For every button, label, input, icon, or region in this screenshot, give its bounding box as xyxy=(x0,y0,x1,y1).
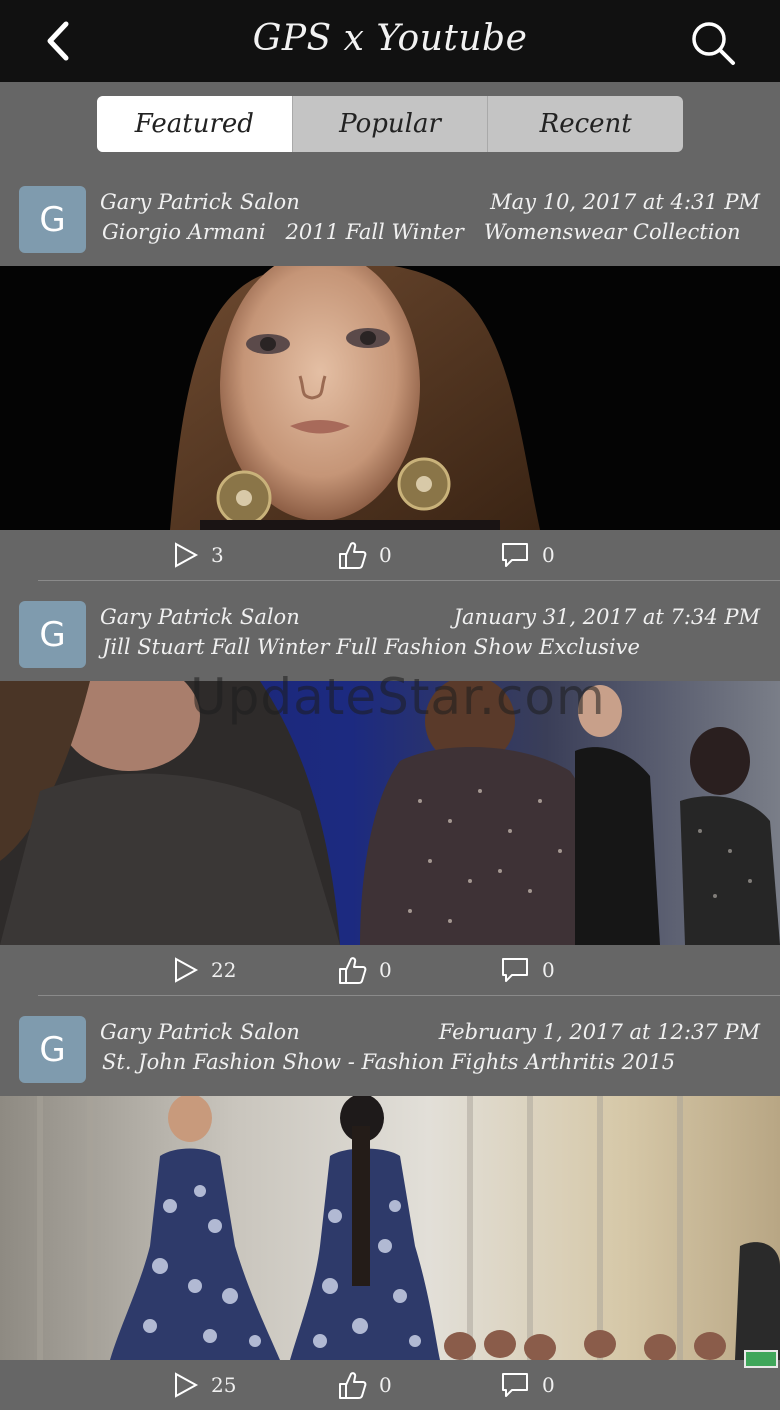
views-stat[interactable]: 3 xyxy=(173,538,224,572)
search-icon[interactable] xyxy=(688,18,738,68)
play-icon xyxy=(175,542,199,568)
post-title[interactable]: St. John Fashion Show - Fashion Fights A… xyxy=(102,1050,675,1074)
play-icon xyxy=(175,1372,199,1398)
post-stats: 3 0 0 xyxy=(0,530,780,580)
status-badge xyxy=(744,1350,778,1368)
watermark: UpdateStar.com xyxy=(190,668,606,726)
post-date: May 10, 2017 at 4:31 PM xyxy=(490,190,760,214)
tab-recent[interactable]: Recent xyxy=(487,96,683,152)
comments-stat[interactable]: 0 xyxy=(500,953,555,987)
comment-icon xyxy=(502,1373,528,1397)
post-author: Gary Patrick Salon xyxy=(100,605,300,629)
likes-count: 0 xyxy=(379,1373,392,1397)
top-bar: GPS x Youtube xyxy=(0,0,780,82)
post-title[interactable]: Jill Stuart Fall Winter Full Fashion Sho… xyxy=(102,635,640,659)
comments-stat[interactable]: 0 xyxy=(500,538,555,572)
divider xyxy=(38,580,780,581)
avatar[interactable]: G xyxy=(19,186,86,253)
comments-count: 0 xyxy=(542,958,555,982)
likes-stat[interactable]: 0 xyxy=(337,1368,392,1402)
views-stat[interactable]: 25 xyxy=(173,1368,236,1402)
views-stat[interactable]: 22 xyxy=(173,953,236,987)
post-stats: 22 0 0 xyxy=(0,945,780,995)
segmented-tabs: Featured Popular Recent xyxy=(97,96,683,152)
thumbs-up-icon xyxy=(339,1372,367,1399)
thumbs-up-icon xyxy=(339,957,367,984)
likes-count: 0 xyxy=(379,543,392,567)
post-author: Gary Patrick Salon xyxy=(100,190,300,214)
post-date: February 1, 2017 at 12:37 PM xyxy=(438,1020,760,1044)
play-icon xyxy=(175,957,199,983)
comment-icon xyxy=(502,958,528,982)
comments-stat[interactable]: 0 xyxy=(500,1368,555,1402)
views-count: 3 xyxy=(211,543,224,567)
post-title[interactable]: Giorgio Armani 2011 Fall Winter Womenswe… xyxy=(102,220,741,244)
avatar[interactable]: G xyxy=(19,1016,86,1083)
views-count: 22 xyxy=(211,958,237,982)
post-author: Gary Patrick Salon xyxy=(100,1020,300,1044)
likes-stat[interactable]: 0 xyxy=(337,953,392,987)
views-count: 25 xyxy=(211,1373,237,1397)
likes-stat[interactable]: 0 xyxy=(337,538,392,572)
tab-featured[interactable]: Featured xyxy=(97,96,292,152)
comments-count: 0 xyxy=(542,543,555,567)
thumbs-up-icon xyxy=(339,542,367,569)
page-title: GPS x Youtube xyxy=(252,18,528,59)
post-stats: 25 0 0 xyxy=(0,1360,780,1410)
video-thumbnail[interactable] xyxy=(0,266,780,530)
divider xyxy=(38,995,780,996)
post-date: January 31, 2017 at 7:34 PM xyxy=(453,605,760,629)
likes-count: 0 xyxy=(379,958,392,982)
comment-icon xyxy=(502,543,528,567)
avatar[interactable]: G xyxy=(19,601,86,668)
video-thumbnail[interactable] xyxy=(0,1096,780,1360)
comments-count: 0 xyxy=(542,1373,555,1397)
tab-popular[interactable]: Popular xyxy=(291,96,488,152)
